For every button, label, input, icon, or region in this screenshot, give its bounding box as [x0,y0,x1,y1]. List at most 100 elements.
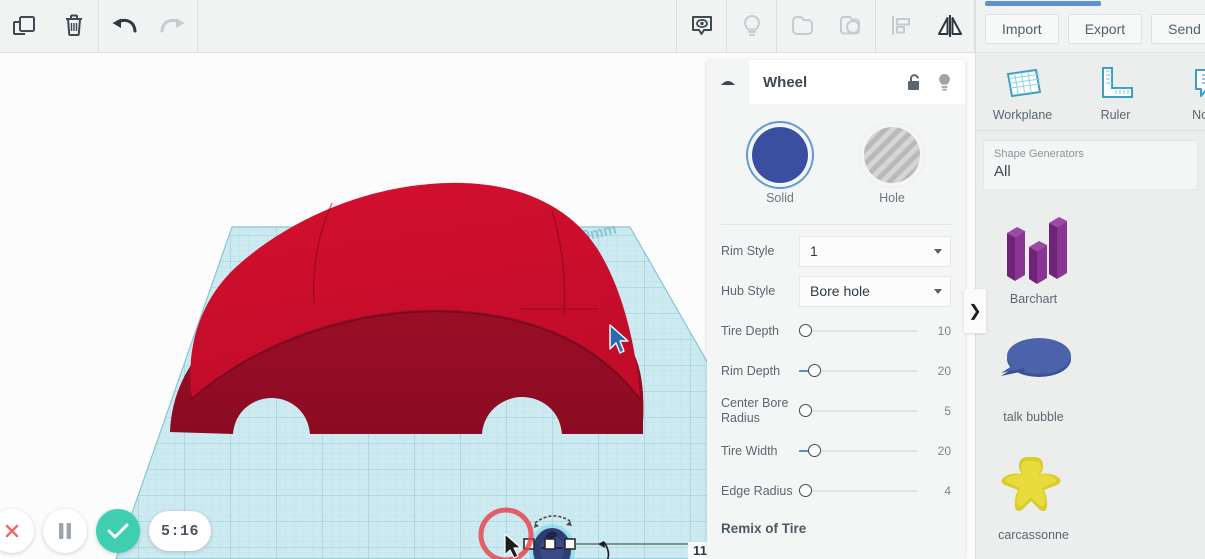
align-icon[interactable] [876,0,925,53]
shape-talk-bubble[interactable]: talk bubble [976,318,1091,436]
shape-carcassonne[interactable]: carcassonne [976,436,1091,554]
inspector-divider [721,224,951,225]
shape-talk-bubble-label: talk bubble [1003,410,1064,424]
tinkercad-app: 20mm 11 5:16 Wheel Solid Hole Rim Style … [0,0,1205,559]
shape-mode-selector: Solid Hole [721,104,951,219]
stop-recording-button[interactable] [0,509,34,553]
tool-ruler[interactable]: Ruler [1069,63,1162,122]
tire-depth-value: 10 [937,324,951,338]
mode-solid-label: Solid [766,191,794,205]
sidebar-tab-strip [976,0,1205,6]
group-icon[interactable] [777,0,826,53]
sidebar-tools: Workplane Ruler N [976,53,1205,131]
toolbar-history-group [99,0,197,53]
solid-swatch[interactable] [752,127,808,183]
chevron-down-icon [934,248,942,254]
undo-icon[interactable] [99,0,148,53]
shape-barchart-label: Barchart [1009,292,1058,306]
panel-collapse-tab[interactable]: ❯ [964,289,986,333]
right-sidebar: Import Export Send Workplane Ruler N Sha… [975,0,1205,559]
property-edge-radius: Edge Radius 4 [721,471,951,511]
tire-width-slider[interactable] [799,441,917,461]
lightbulb-icon[interactable] [727,0,776,53]
top-toolbar [0,0,975,53]
property-label: Rim Depth [721,363,781,378]
property-hub-style: Hub Style Bore hole [721,271,951,311]
chevron-down-icon [934,288,942,294]
edge-radius-slider[interactable] [799,481,917,501]
import-button[interactable]: Import [985,14,1059,44]
slider-knob[interactable] [808,364,821,377]
tool-workplane-label: Workplane [992,108,1053,122]
tire-depth-slider[interactable] [799,321,917,341]
property-label: Edge Radius [721,483,793,498]
slider-knob[interactable] [799,404,812,417]
shape-wheel[interactable]: Wheel [976,554,1091,559]
mode-hole[interactable]: Hole [858,127,926,205]
lightbulb-icon[interactable] [933,72,955,92]
inspector-body: Solid Hole Rim Style 1 Hub Style Bore ho… [707,104,965,559]
inspector-titlebar: Wheel [749,60,965,104]
hole-swatch[interactable] [864,127,920,183]
shape-carcassonne-label: carcassonne [998,528,1069,542]
redo-icon[interactable] [148,0,197,53]
shape-generators-value: All [994,163,1011,180]
ungroup-icon[interactable] [826,0,875,53]
slider-knob[interactable] [808,444,821,457]
pause-recording-button[interactable] [43,509,87,553]
property-tire-width: Tire Width 20 [721,431,951,471]
mode-hole-label: Hole [879,191,905,205]
tool-notes[interactable]: Notes [1162,63,1205,122]
recording-timer: 5:16 [149,511,212,551]
sidebar-action-buttons: Import Export Send [976,6,1205,53]
tool-notes-label: Notes [1192,108,1205,122]
toolbar-edit-group [0,0,98,53]
send-button[interactable]: Send [1151,14,1205,44]
tool-workplane[interactable]: Workplane [976,63,1069,122]
view-bubble-icon[interactable] [677,0,726,53]
shape-generators-caption: Shape Generators [994,148,1084,160]
export-button[interactable]: Export [1067,14,1143,44]
triangle-up-icon[interactable] [707,60,749,104]
dimension-value: 11 [693,543,708,558]
property-center-bore-radius: Center Bore Radius 5 [721,391,951,431]
recorder-controls: 5:16 [0,509,212,553]
slider-knob[interactable] [799,324,812,337]
mirror-icon[interactable] [925,0,974,53]
barchart-shape [976,208,1091,292]
mode-solid[interactable]: Solid [746,127,814,205]
center-bore-radius-slider[interactable] [799,401,917,421]
shape-barchart[interactable]: Barchart [976,200,1091,318]
property-tire-depth: Tire Depth 10 [721,311,951,351]
shape-inspector-panel: Wheel Solid Hole Rim Style 1 Hub Style B… [707,60,965,559]
hub-style-value: Bore hole [810,283,870,299]
ruler-icon [1069,63,1162,103]
talkbubble-shape [976,326,1091,410]
confirm-recording-button[interactable] [96,509,140,553]
tool-ruler-label: Ruler [1100,108,1131,122]
shape-generators-filter[interactable]: Shape Generators All [983,140,1198,190]
car-model[interactable] [170,182,644,434]
delete-icon[interactable] [49,0,98,53]
rim-depth-value: 20 [937,364,951,378]
property-label: Center Bore Radius [721,396,789,425]
slider-track [799,330,917,332]
unlock-icon[interactable] [903,73,925,92]
hub-style-select[interactable]: Bore hole [799,275,951,307]
edge-radius-value: 4 [944,484,951,498]
slider-knob[interactable] [799,484,812,497]
toolbar-divider [197,0,198,53]
rim-style-value: 1 [810,243,818,259]
inspector-footer-label: Remix of Tire [721,521,807,536]
property-label: Tire Width [721,443,778,458]
inspector-header: Wheel [707,60,965,104]
active-tab-indicator[interactable] [985,1,1101,6]
rim-style-select[interactable]: 1 [799,235,951,267]
property-label: Hub Style [721,283,776,298]
property-label: Tire Depth [721,323,779,338]
inspector-title: Wheel [763,73,808,91]
rim-depth-slider[interactable] [799,361,917,381]
copy-paste-icon[interactable] [0,0,49,53]
notes-icon [1162,63,1205,103]
property-label: Rim Style [721,243,775,258]
